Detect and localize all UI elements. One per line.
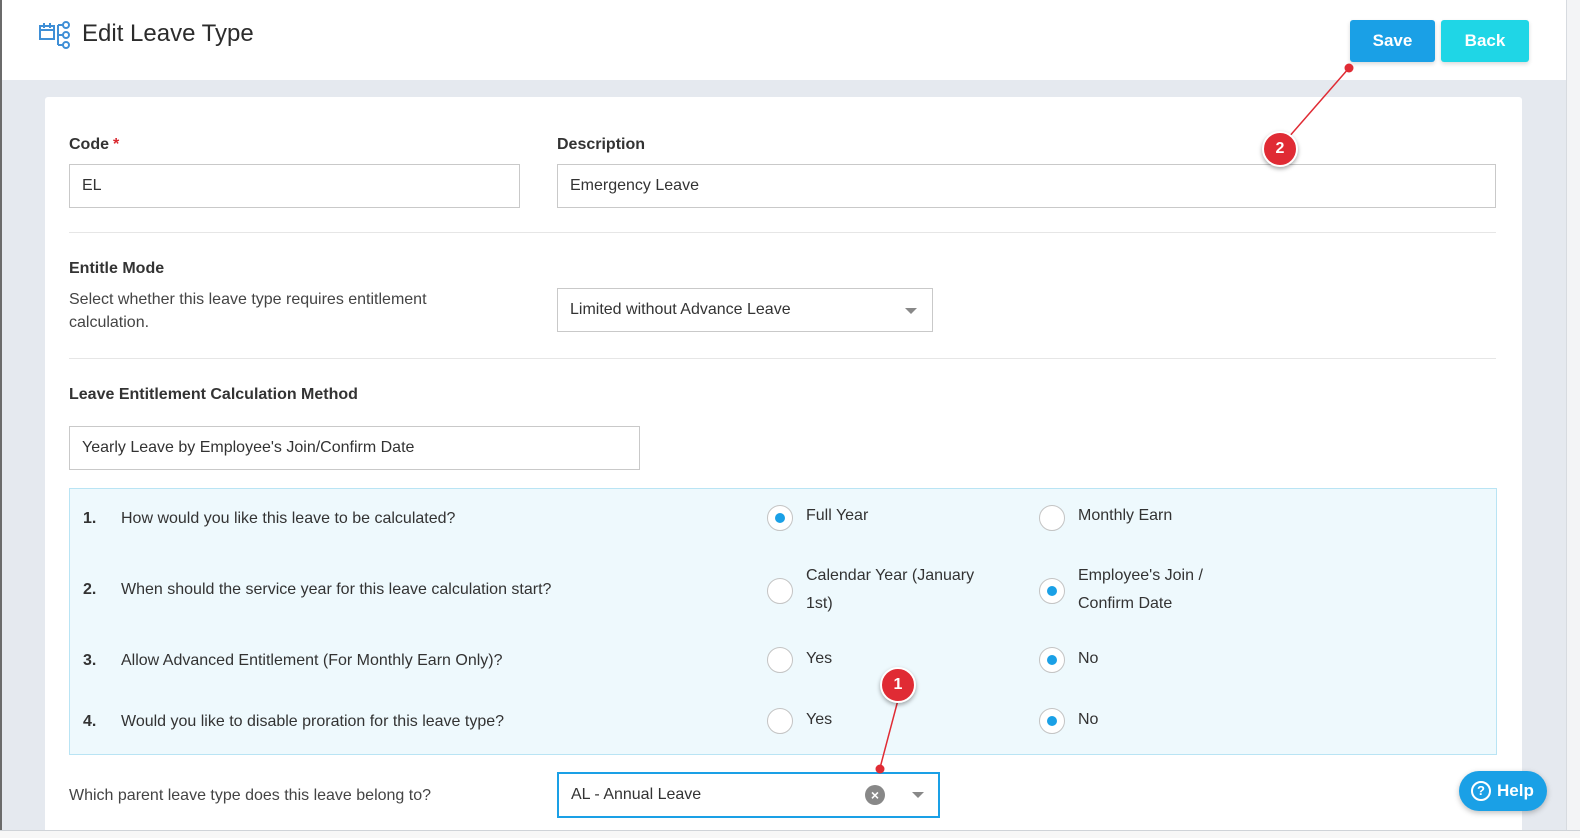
radio-label: Yes xyxy=(806,711,833,728)
calc-method-field[interactable]: Yearly Leave by Employee's Join/Confirm … xyxy=(69,426,640,470)
divider xyxy=(69,358,1496,359)
question-text: How would you like this leave to be calc… xyxy=(121,510,456,527)
calendar-tree-icon xyxy=(39,21,70,49)
entitle-mode-value: Limited without Advance Leave xyxy=(570,301,791,318)
chevron-down-icon xyxy=(905,308,917,314)
question-number: 4. xyxy=(83,713,97,730)
annotation-badge-1: 1 xyxy=(880,667,916,703)
question-text: Allow Advanced Entitlement (For Monthly … xyxy=(121,652,503,669)
form-card: Code * EL Description Emergency Leave Ent… xyxy=(45,97,1522,838)
radio-label: Monthly Earn xyxy=(1078,507,1173,524)
entitle-mode-label: Entitle Mode xyxy=(69,260,165,277)
question-number: 2. xyxy=(83,581,97,598)
radio-label: Yes xyxy=(806,650,833,667)
radio-label: Calendar Year (January 1st) xyxy=(806,567,975,612)
help-label: Help xyxy=(1497,781,1534,800)
page-title: Edit Leave Type xyxy=(82,20,254,47)
question-text: Would you like to disable proration for … xyxy=(121,713,505,730)
radio-label: No xyxy=(1078,650,1099,667)
entitle-mode-select[interactable]: Limited without Advance Leave xyxy=(557,288,933,332)
required-mark: * xyxy=(113,136,120,153)
parent-leave-label: Which parent leave type does this leave … xyxy=(69,787,432,804)
window-scrollbar[interactable] xyxy=(1566,0,1580,838)
question-text: When should the service year for this le… xyxy=(121,581,552,598)
calculation-questions-panel: 1. How would you like this leave to be c… xyxy=(69,488,1497,755)
annotation-badge-2: 2 xyxy=(1262,131,1298,167)
radio-full-year[interactable] xyxy=(767,505,793,531)
radio-proration-yes[interactable] xyxy=(767,708,793,734)
back-button[interactable]: Back xyxy=(1441,20,1529,62)
radio-label: Employee's Join / Confirm Date xyxy=(1078,567,1203,612)
description-label: Description xyxy=(557,136,646,153)
divider xyxy=(69,232,1496,233)
code-input[interactable]: EL xyxy=(69,164,520,208)
description-input[interactable]: Emergency Leave xyxy=(557,164,1496,208)
radio-join-confirm-date[interactable] xyxy=(1039,578,1065,604)
clear-icon[interactable]: × xyxy=(865,785,885,805)
page-header: Edit Leave Type Save Back xyxy=(2,0,1566,80)
radio-proration-no[interactable] xyxy=(1039,708,1065,734)
radio-label: Full Year xyxy=(806,507,869,524)
question-circle-icon: ? xyxy=(1471,781,1491,801)
save-button[interactable]: Save xyxy=(1350,20,1435,62)
entitle-mode-help: Select whether this leave type requires … xyxy=(69,291,427,331)
radio-monthly-earn[interactable] xyxy=(1039,505,1065,531)
code-label: Code * xyxy=(69,136,119,154)
question-number: 1. xyxy=(83,510,97,527)
code-label-text: Code xyxy=(69,136,109,153)
window-bottom-edge xyxy=(0,830,1580,838)
parent-leave-select[interactable]: AL - Annual Leave × xyxy=(557,772,940,818)
radio-calendar-year[interactable] xyxy=(767,578,793,604)
help-button[interactable]: ? Help xyxy=(1459,771,1547,811)
parent-leave-value: AL - Annual Leave xyxy=(571,786,702,803)
calc-method-label: Leave Entitlement Calculation Method xyxy=(69,386,358,403)
radio-advanced-no[interactable] xyxy=(1039,647,1065,673)
window-left-border xyxy=(0,0,2,838)
question-number: 3. xyxy=(83,652,97,669)
radio-advanced-yes[interactable] xyxy=(767,647,793,673)
radio-label: No xyxy=(1078,711,1099,728)
chevron-down-icon[interactable] xyxy=(912,792,924,798)
